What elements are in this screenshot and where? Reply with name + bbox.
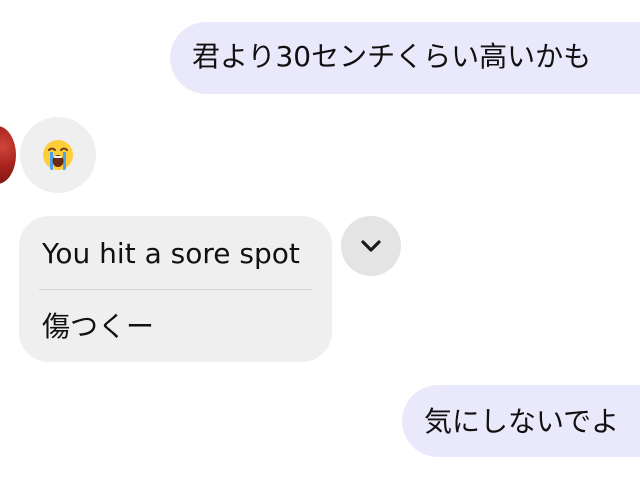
original-text: You hit a sore spot [42, 237, 300, 270]
sender-avatar[interactable] [0, 126, 16, 184]
translated-text: 傷つくー [42, 310, 155, 343]
incoming-translated-message[interactable]: You hit a sore spot 傷つくー [19, 216, 332, 362]
message-text: 君より30センチくらい高いかも [192, 40, 592, 73]
expand-translation-button[interactable] [341, 216, 401, 276]
chevron-down-icon [361, 240, 381, 252]
message-text: 気にしないでよ [424, 405, 620, 438]
loudly-crying-face-icon [43, 140, 73, 170]
incoming-emoji-message[interactable] [20, 117, 96, 193]
chat-thread: 君より30センチくらい高いかも You hit a sore spot 傷つくー… [0, 0, 640, 479]
translation-divider [39, 289, 312, 290]
outgoing-message-bubble[interactable]: 君より30センチくらい高いかも [170, 22, 640, 94]
outgoing-message-bubble[interactable]: 気にしないでよ [402, 385, 640, 457]
